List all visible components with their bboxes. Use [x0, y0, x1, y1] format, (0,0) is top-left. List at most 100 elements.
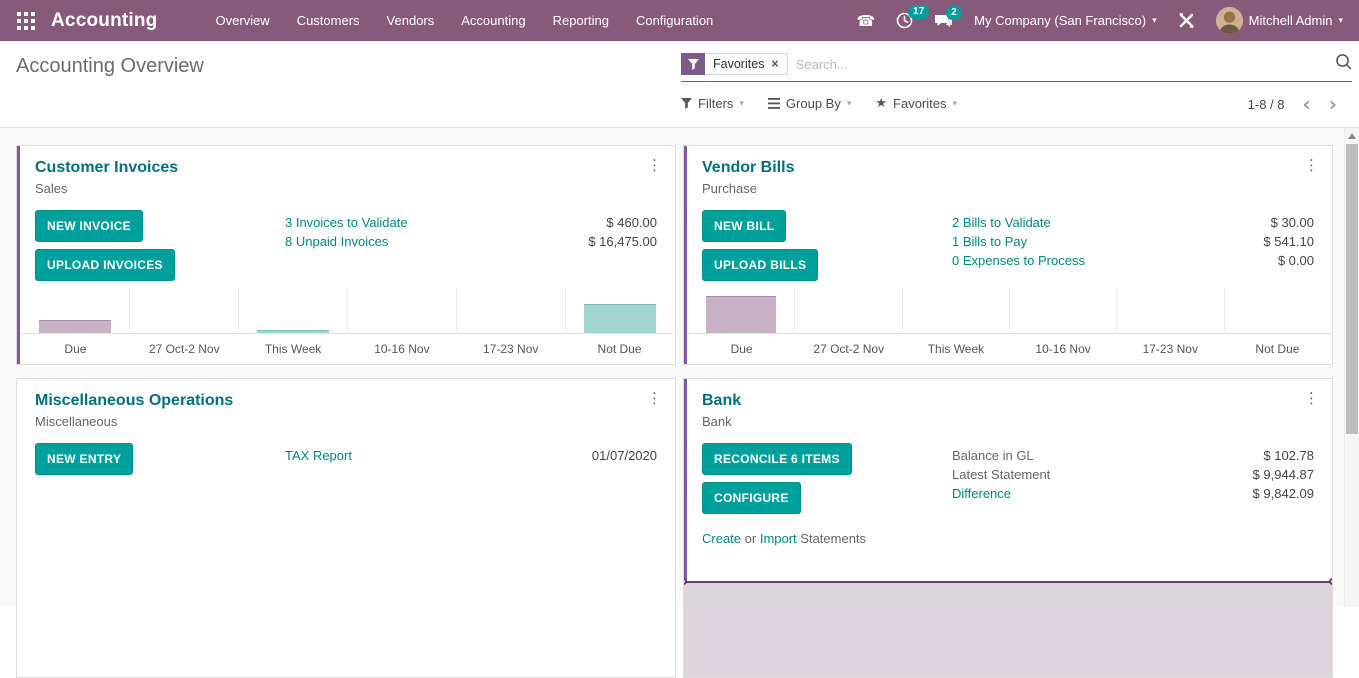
chart-column[interactable]	[688, 288, 795, 333]
bills-to-validate-link[interactable]: 2 Bills to Validate	[952, 213, 1051, 232]
search-magnifier-icon[interactable]	[1335, 53, 1352, 75]
main-menu: Overview Customers Vendors Accounting Re…	[216, 13, 714, 28]
difference-link[interactable]: Difference	[952, 484, 1011, 503]
card-kebab-menu-icon[interactable]: ⋮	[647, 156, 662, 174]
chart-label: This Week	[239, 334, 348, 356]
chart-label: Not Due	[1224, 334, 1331, 356]
chart-column[interactable]	[239, 288, 348, 333]
upload-invoices-button[interactable]: UPLOAD INVOICES	[35, 249, 175, 281]
card-kebab-menu-icon[interactable]: ⋮	[1304, 389, 1319, 407]
aging-bar-chart: Due 27 Oct-2 Nov This Week 10-16 Nov 17-…	[688, 288, 1331, 364]
user-menu[interactable]: Mitchell Admin ▾	[1216, 7, 1343, 34]
kanban-row: TAX Report 01/07/2020	[285, 446, 657, 465]
search-input[interactable]	[796, 57, 1329, 72]
chart-label: This Week	[902, 334, 1009, 356]
chart-column[interactable]	[130, 288, 239, 333]
card-title[interactable]: Vendor Bills	[702, 159, 794, 177]
chart-column[interactable]	[457, 288, 566, 333]
chart-column[interactable]	[348, 288, 457, 333]
amount: $ 30.00	[1271, 213, 1314, 232]
chart-bar	[706, 296, 776, 333]
search-facet-favorites: Favorites ×	[681, 53, 788, 75]
facet-remove-icon[interactable]: ×	[771, 57, 778, 71]
new-invoice-button[interactable]: NEW INVOICE	[35, 210, 143, 242]
facet-label: Favorites	[713, 57, 764, 71]
create-statement-link[interactable]: Create	[702, 531, 741, 546]
chart-column[interactable]	[903, 288, 1010, 333]
sparkline-endpoint-marker	[1329, 578, 1333, 585]
chart-label: 10-16 Nov	[1010, 334, 1117, 356]
chart-bar	[257, 330, 328, 333]
scrollbar-up-arrow-icon[interactable]	[1348, 133, 1356, 139]
tax-report-link[interactable]: TAX Report	[285, 446, 352, 465]
chart-label: 17-23 Nov	[1117, 334, 1224, 356]
star-icon: ★	[875, 96, 887, 111]
kanban-row: 8 Unpaid Invoices $ 16,475.00	[285, 232, 657, 251]
chart-column[interactable]	[21, 288, 130, 333]
kanban-row: 2 Bills to Validate $ 30.00	[952, 213, 1314, 232]
apps-menu-icon[interactable]	[17, 11, 37, 31]
chart-label: Due	[688, 334, 795, 356]
menu-vendors[interactable]: Vendors	[387, 13, 435, 28]
pager-next-icon[interactable]: ›	[1329, 96, 1337, 112]
support-tools-icon[interactable]	[1178, 12, 1195, 29]
user-avatar	[1216, 7, 1243, 34]
filters-button[interactable]: Filters ▾	[681, 96, 744, 111]
kanban-row: Balance in GL $ 102.78	[952, 446, 1314, 465]
expenses-to-process-link[interactable]: 0 Expenses to Process	[952, 251, 1085, 270]
app-title[interactable]: Accounting	[51, 10, 158, 32]
search-bar: Favorites ×	[681, 53, 1352, 82]
journal-card-miscellaneous-operations: ⋮ Miscellaneous Operations Miscellaneous…	[16, 378, 676, 678]
kanban-row: 3 Invoices to Validate $ 460.00	[285, 213, 657, 232]
group-by-button[interactable]: Group By ▾	[768, 96, 851, 111]
menu-reporting[interactable]: Reporting	[553, 13, 609, 28]
favorites-button[interactable]: ★ Favorites ▾	[875, 96, 957, 111]
kanban-row: 0 Expenses to Process $ 0.00	[952, 251, 1314, 270]
upload-bills-button[interactable]: UPLOAD BILLS	[702, 249, 818, 281]
messages-chat-icon[interactable]: 2	[934, 13, 953, 29]
menu-configuration[interactable]: Configuration	[636, 13, 713, 28]
menu-customers[interactable]: Customers	[297, 13, 360, 28]
card-title[interactable]: Customer Invoices	[35, 159, 178, 177]
chart-label: 17-23 Nov	[456, 334, 565, 356]
latest-statement-label: Latest Statement	[952, 465, 1050, 484]
chart-column[interactable]	[795, 288, 902, 333]
pager-previous-icon[interactable]: ‹	[1303, 96, 1311, 112]
new-bill-button[interactable]: NEW BILL	[702, 210, 786, 242]
chart-label: 27 Oct-2 Nov	[130, 334, 239, 356]
breadcrumb: Accounting Overview	[16, 55, 204, 78]
company-switcher[interactable]: My Company (San Francisco) ▾	[974, 13, 1156, 28]
messages-count-badge: 2	[946, 6, 962, 20]
card-kebab-menu-icon[interactable]: ⋮	[1304, 156, 1319, 174]
chart-column[interactable]	[1225, 288, 1331, 333]
kanban-row: 1 Bills to Pay $ 541.10	[952, 232, 1314, 251]
unpaid-invoices-link[interactable]: 8 Unpaid Invoices	[285, 232, 388, 251]
menu-accounting[interactable]: Accounting	[461, 13, 525, 28]
new-entry-button[interactable]: NEW ENTRY	[35, 443, 133, 475]
chart-column[interactable]	[1010, 288, 1117, 333]
card-subtitle: Sales	[35, 181, 657, 196]
chart-column[interactable]	[1117, 288, 1224, 333]
amount: $ 460.00	[606, 213, 657, 232]
filter-funnel-icon	[681, 53, 705, 75]
top-navbar: Accounting Overview Customers Vendors Ac…	[0, 0, 1359, 41]
scrollbar-thumb[interactable]	[1346, 144, 1358, 434]
card-title[interactable]: Bank	[702, 392, 741, 410]
chart-column[interactable]	[566, 288, 674, 333]
import-statement-link[interactable]: Import	[760, 531, 797, 546]
activities-clock-icon[interactable]: 17	[896, 12, 913, 29]
invoices-to-validate-link[interactable]: 3 Invoices to Validate	[285, 213, 408, 232]
reconcile-items-button[interactable]: RECONCILE 6 ITEMS	[702, 443, 852, 475]
phone-icon[interactable]: ☎	[856, 12, 875, 30]
card-title[interactable]: Miscellaneous Operations	[35, 392, 233, 410]
chevron-down-icon: ▾	[739, 99, 744, 109]
kanban-row: Latest Statement $ 9,944.87	[952, 465, 1314, 484]
card-subtitle: Purchase	[702, 181, 1314, 196]
amount: $ 102.78	[1263, 446, 1314, 465]
card-kebab-menu-icon[interactable]: ⋮	[647, 389, 662, 407]
amount: $ 9,842.09	[1253, 484, 1314, 503]
menu-overview[interactable]: Overview	[216, 13, 270, 28]
bills-to-pay-link[interactable]: 1 Bills to Pay	[952, 232, 1027, 251]
dashboard-content: ⋮ Customer Invoices Sales NEW INVOICE UP…	[0, 128, 1344, 607]
configure-button[interactable]: CONFIGURE	[702, 482, 801, 514]
